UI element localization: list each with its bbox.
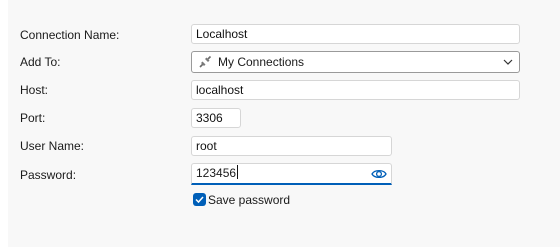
add-to-label: Add To: [20, 55, 61, 69]
save-password-checkbox[interactable] [193, 193, 206, 206]
password-input[interactable]: 123456 [191, 163, 392, 185]
connection-name-input[interactable]: Localhost [191, 24, 520, 44]
connection-name-label: Connection Name: [20, 28, 120, 42]
user-name-label: User Name: [20, 139, 85, 153]
password-value: 123456 [196, 166, 237, 180]
save-password-label: Save password [208, 193, 291, 207]
checkmark-icon [195, 196, 204, 204]
chevron-down-icon [503, 59, 513, 65]
user-name-input[interactable]: root [191, 136, 392, 156]
add-to-dropdown[interactable]: My Connections [191, 51, 520, 73]
port-input[interactable]: 3306 [191, 108, 241, 128]
port-label: Port: [20, 111, 46, 125]
connection-plug-icon [199, 55, 212, 68]
add-to-selected-value: My Connections [218, 55, 305, 69]
eye-icon[interactable] [371, 166, 387, 182]
text-caret [237, 165, 239, 179]
host-input[interactable]: localhost [191, 80, 520, 100]
password-label: Password: [20, 168, 77, 182]
host-label: Host: [20, 83, 49, 97]
